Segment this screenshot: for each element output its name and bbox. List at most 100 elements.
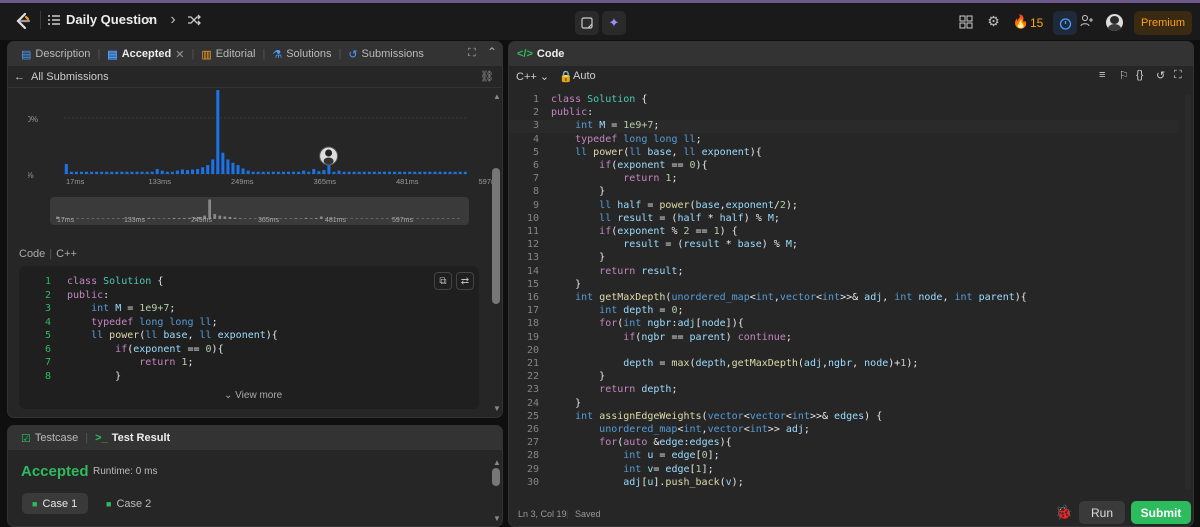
debug-icon[interactable]: 🐞: [1055, 504, 1072, 521]
case-2-button[interactable]: ■ Case 2: [96, 493, 162, 514]
tab-editorial[interactable]: ▥ Editorial: [196, 48, 260, 61]
code-line[interactable]: 26 unordered_map<int,vector<int>> adj;: [509, 424, 1179, 437]
copy-code-button[interactable]: ⧉: [434, 272, 452, 290]
streak-flame-icon[interactable]: 🔥: [1013, 14, 1029, 29]
tab-test-result[interactable]: >_ Test Result: [90, 432, 175, 444]
histogram-bar: [241, 168, 245, 174]
code-line[interactable]: 8 }: [509, 186, 1179, 199]
code-line[interactable]: 2 public:: [509, 107, 1179, 120]
streak-count[interactable]: 15: [1030, 16, 1043, 30]
code-line[interactable]: 29 int v= edge[1];: [509, 464, 1179, 477]
bookmark-icon[interactable]: ⚐: [1119, 69, 1129, 82]
overview-bar: [213, 214, 217, 219]
code-line[interactable]: 25 int assignEdgeWeights(vector<vector<i…: [509, 411, 1179, 424]
code-line[interactable]: 11 if(exponent % 2 == 1) {: [509, 226, 1179, 239]
tab-submissions[interactable]: ↺ Submissions: [343, 48, 429, 61]
code-line[interactable]: 7 return 1;: [509, 173, 1179, 186]
collapse-icon[interactable]: ⌃: [487, 45, 497, 59]
histogram-bar: [322, 170, 326, 174]
notes-button[interactable]: [575, 11, 599, 35]
next-question-icon[interactable]: ›: [167, 11, 179, 28]
code-line[interactable]: 24 }: [509, 398, 1179, 411]
code-line[interactable]: 15 }: [509, 279, 1179, 292]
overview-tick-label: 17ms: [57, 217, 75, 224]
code-line[interactable]: 6 if(exponent == 0){: [509, 160, 1179, 173]
overview-bar: [96, 218, 100, 219]
all-submissions-link[interactable]: All Submissions: [31, 71, 109, 83]
fullscreen-icon[interactable]: ⛶: [1174, 69, 1182, 82]
ai-sparkle-button[interactable]: ✦: [602, 11, 626, 35]
code-line[interactable]: 30 adj[u].push_back(v);: [509, 477, 1179, 490]
maximize-icon[interactable]: ⛶: [468, 47, 476, 60]
premium-button[interactable]: Premium: [1134, 11, 1192, 35]
braces-icon[interactable]: {}: [1136, 69, 1143, 81]
back-arrow-icon[interactable]: ←: [14, 71, 25, 83]
code-line[interactable]: 3 int M = 1e9+7;: [509, 120, 1179, 134]
overview-bar: [228, 216, 232, 219]
format-icon[interactable]: ≡: [1099, 69, 1105, 81]
code-line[interactable]: 19 if(ngbr == parent) continue;: [509, 332, 1179, 345]
left-scrollbar[interactable]: ▲ ▼: [492, 92, 501, 413]
code-line[interactable]: 5 ll power(ll base, ll exponent){: [509, 147, 1179, 160]
histogram-bar: [160, 170, 164, 174]
prev-question-icon[interactable]: ‹: [143, 11, 155, 28]
code-line[interactable]: 27 for(auto &edge:edges){: [509, 437, 1179, 450]
histogram-bar: [100, 171, 104, 174]
all-submissions-bar[interactable]: ← All Submissions ⛓: [8, 66, 502, 88]
overview-tick-label: 481ms: [325, 217, 347, 224]
overview-bar: [157, 218, 161, 219]
code-line[interactable]: 4 typedef long long ll;: [509, 134, 1179, 147]
code-line[interactable]: 1 class Solution {: [509, 94, 1179, 107]
code-line[interactable]: 28 int u = edge[0];: [509, 450, 1179, 463]
settings-gear-icon[interactable]: ⚙: [986, 13, 1001, 29]
view-more-link[interactable]: ⌄ View more: [224, 390, 282, 401]
layout-icon[interactable]: [959, 15, 973, 29]
histogram-bar: [79, 171, 83, 174]
code-line[interactable]: 21 depth = max(depth,getMaxDepth(adj,ngb…: [509, 358, 1179, 371]
histogram-bar: [95, 171, 99, 174]
user-avatar[interactable]: [1106, 14, 1123, 31]
problem-list-icon[interactable]: [47, 13, 61, 27]
bottom-scrollbar[interactable]: ▲ ▼: [492, 458, 501, 526]
code-line[interactable]: 9 ll half = power(base,exponent/2);: [509, 200, 1179, 213]
overview-bar: [355, 218, 359, 219]
code-line[interactable]: 13 }: [509, 252, 1179, 265]
code-editor[interactable]: 1 class Solution {2 public: 3 int M = 1e9+7…: [509, 94, 1193, 490]
editor-scrollbar[interactable]: [1185, 94, 1191, 490]
reset-icon[interactable]: ↺: [1156, 69, 1165, 82]
leetcode-logo-icon[interactable]: [14, 12, 32, 30]
code-line[interactable]: 14 return result;: [509, 266, 1179, 279]
overview-bar: [294, 218, 298, 219]
tab-solutions[interactable]: ⚗ Solutions: [267, 48, 336, 61]
link-icon[interactable]: ⛓: [480, 70, 494, 83]
auto-mode-label[interactable]: Auto: [573, 70, 596, 82]
shuffle-icon[interactable]: [187, 13, 201, 27]
code-line[interactable]: 10 ll result = (half * half) % M;: [509, 213, 1179, 226]
histogram-bar: [337, 170, 341, 174]
code-line[interactable]: 20: [509, 345, 1179, 358]
code-line[interactable]: 17 int depth = 0;: [509, 305, 1179, 318]
add-user-icon[interactable]: [1080, 14, 1094, 28]
language-select[interactable]: C++ ⌄: [516, 70, 549, 83]
case-1-button[interactable]: ■ Case 1: [22, 493, 88, 514]
close-tab-icon[interactable]: ✕: [175, 48, 184, 61]
case-check-icon: ■: [106, 498, 112, 509]
submit-button[interactable]: Submit: [1131, 501, 1191, 524]
run-button[interactable]: Run: [1079, 501, 1125, 524]
code-line[interactable]: 18 for(int ngbr:adj[node]){: [509, 318, 1179, 331]
timer-button[interactable]: [1053, 11, 1077, 35]
tab-testcase[interactable]: ☑ Testcase: [16, 432, 83, 445]
code-line[interactable]: 12 result = (result * base) % M;: [509, 239, 1179, 252]
convert-code-button[interactable]: ⇄: [456, 272, 474, 290]
code-line[interactable]: 23 return depth;: [509, 384, 1179, 397]
tab-description[interactable]: ▤ Description: [16, 48, 95, 61]
editorial-icon: ▥: [201, 48, 212, 61]
overview-bar: [106, 218, 110, 219]
code-line[interactable]: 16 int getMaxDepth(unordered_map<int,vec…: [509, 292, 1179, 305]
overview-bar: [309, 218, 313, 219]
code-line[interactable]: 22 }: [509, 371, 1179, 384]
code-line: 6 if(exponent == 0){: [44, 343, 224, 355]
histogram-bar: [231, 162, 235, 174]
histogram-bar: [302, 170, 306, 174]
tab-accepted[interactable]: ▤ Accepted ✕: [102, 48, 189, 61]
